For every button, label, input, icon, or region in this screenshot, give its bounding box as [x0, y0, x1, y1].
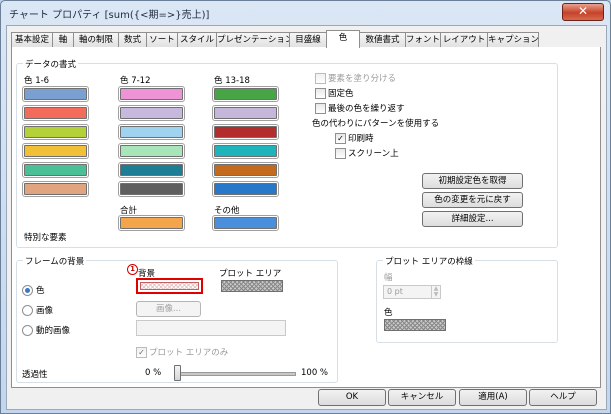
plot-area-color-swatch[interactable] — [221, 280, 283, 292]
radio-image-label: 画像 — [36, 306, 54, 316]
tab-expressions[interactable]: 数式 — [118, 32, 147, 47]
tab-layout[interactable]: レイアウト — [440, 32, 488, 47]
tab-caption[interactable]: キャプション — [487, 32, 539, 47]
plot-area-only-checkbox[interactable]: ✓ — [136, 347, 147, 358]
width-spinner[interactable]: ▲ ▼ — [431, 286, 440, 298]
transparency-label: 透過性 — [22, 370, 48, 380]
color-swatch-col1-6[interactable] — [22, 181, 89, 197]
total-label: 合計 — [120, 206, 138, 216]
colors-1-6-label: 色 1-6 — [24, 76, 50, 86]
print-pattern-label: 印刷時 — [348, 134, 374, 144]
background-color-swatch[interactable] — [140, 282, 199, 290]
tab-gridlines[interactable]: 目盛線 — [289, 32, 327, 47]
dialog-client: 基本設定 軸 軸の制限 数式 ソート スタイル プレゼンテーション 目盛線 色 … — [6, 25, 607, 410]
annotation-marker: 1 — [127, 264, 138, 275]
radio-dynamic-image[interactable] — [22, 325, 33, 336]
radio-image[interactable] — [22, 305, 33, 316]
radio-dynamic-image-label: 動的画像 — [36, 326, 71, 336]
get-default-colors-button[interactable]: 初期設定色を取得 — [422, 173, 523, 189]
color-swatch-col3-5[interactable] — [212, 162, 279, 178]
transparency-min-label: 0 % — [145, 368, 162, 378]
tab-dimension-limits[interactable]: 軸の制限 — [73, 32, 119, 47]
radio-color-label: 色 — [36, 286, 45, 296]
border-color-swatch[interactable] — [384, 319, 446, 331]
colors-7-12-label: 色 7-12 — [120, 76, 151, 86]
color-swatch-col3-4[interactable] — [212, 143, 279, 159]
total-color-swatch[interactable] — [118, 215, 185, 231]
frame-background-title: フレームの背景 — [23, 255, 87, 267]
other-color-swatch[interactable] — [212, 215, 279, 231]
restore-colors-button[interactable]: 色の変更を元に戻す — [422, 192, 523, 208]
frame-background-group: フレームの背景 色 画像 動的画像 1 背景 プロット エリア 画像... ✓ … — [16, 255, 338, 383]
color-swatch-col1-4[interactable] — [22, 143, 89, 159]
fill-elements-label: 要素を塗り分ける — [328, 74, 397, 84]
width-value: 0 pt — [387, 287, 403, 296]
background-color-highlight — [136, 278, 203, 294]
help-button[interactable]: ヘルプ — [529, 389, 597, 406]
repeat-last-color-checkbox[interactable] — [315, 103, 326, 114]
data-format-title: データの書式 — [23, 58, 79, 70]
color-swatch-col3-2[interactable] — [212, 105, 279, 121]
repeat-last-color-label: 最後の色を繰り返す — [328, 104, 405, 114]
window-title: チャート プロパティ [sum({<期=>}売上)] — [9, 10, 210, 21]
color-swatch-col2-6[interactable] — [118, 181, 185, 197]
use-pattern-label: 色の代わりにパターンを使用する — [312, 119, 440, 129]
color-swatch-col1-3[interactable] — [22, 124, 89, 140]
tab-number[interactable]: 数値書式 — [359, 32, 406, 47]
advanced-settings-button[interactable]: 詳細設定... — [422, 211, 523, 227]
color-swatch-col2-4[interactable] — [118, 143, 185, 159]
tab-dimension[interactable]: 軸 — [52, 32, 74, 47]
image-button[interactable]: 画像... — [136, 301, 201, 317]
transparency-slider-track[interactable] — [174, 372, 296, 376]
plot-area-border-group: プロット エリアの枠線 幅 0 pt ▲ ▼ 色 — [376, 255, 558, 343]
plot-area-border-title: プロット エリアの枠線 — [383, 255, 475, 267]
tab-sort[interactable]: ソート — [146, 32, 178, 47]
color-swatch-col3-3[interactable] — [212, 124, 279, 140]
dynamic-image-input[interactable] — [136, 320, 286, 336]
apply-button[interactable]: 適用(A) — [459, 389, 527, 406]
ok-button[interactable]: OK — [318, 389, 386, 406]
color-swatch-col1-2[interactable] — [22, 105, 89, 121]
title-bar: チャート プロパティ [sum({<期=>}売上)] ✕ — [1, 1, 610, 23]
other-label: その他 — [214, 206, 240, 216]
screen-pattern-label: スクリーン上 — [348, 149, 399, 159]
transparency-max-label: 100 % — [301, 368, 329, 378]
plot-area-label: プロット エリア — [219, 269, 282, 279]
special-elements-label: 特別な要素 — [24, 233, 67, 243]
color-swatch-col1-1[interactable] — [22, 86, 89, 102]
fixed-color-checkbox[interactable] — [315, 88, 326, 99]
color-swatch-col2-2[interactable] — [118, 105, 185, 121]
plot-area-only-label: プロット エリアのみ — [149, 348, 229, 358]
cancel-button[interactable]: キャンセル — [388, 389, 456, 406]
transparency-slider-thumb[interactable] — [174, 365, 181, 381]
color-swatch-col1-5[interactable] — [22, 162, 89, 178]
tab-font[interactable]: フォント — [405, 32, 441, 47]
radio-color[interactable] — [22, 285, 33, 296]
dialog-window: チャート プロパティ [sum({<期=>}売上)] ✕ 基本設定 軸 軸の制限… — [0, 0, 611, 414]
colors-panel: データの書式 色 1-6 色 7-12 色 13-18 合計 その他 特別な要素… — [11, 47, 601, 388]
width-input[interactable]: 0 pt ▲ ▼ — [383, 285, 441, 299]
color-swatch-col3-6[interactable] — [212, 181, 279, 197]
border-color-label: 色 — [384, 308, 393, 318]
colors-13-18-label: 色 13-18 — [214, 76, 250, 86]
screen-pattern-checkbox[interactable] — [335, 148, 346, 159]
tab-basic[interactable]: 基本設定 — [11, 32, 53, 47]
color-swatch-col2-5[interactable] — [118, 162, 185, 178]
color-swatch-col2-3[interactable] — [118, 124, 185, 140]
width-label: 幅 — [384, 273, 393, 283]
tab-style[interactable]: スタイル — [177, 32, 217, 47]
color-swatch-col2-1[interactable] — [118, 86, 185, 102]
data-format-group: データの書式 色 1-6 色 7-12 色 13-18 合計 その他 特別な要素… — [16, 58, 558, 248]
tab-presentation[interactable]: プレゼンテーション — [216, 32, 290, 47]
close-button[interactable]: ✕ — [562, 3, 604, 21]
fixed-color-label: 固定色 — [328, 89, 354, 99]
print-pattern-checkbox[interactable]: ✓ — [335, 133, 346, 144]
color-swatch-col3-1[interactable] — [212, 86, 279, 102]
tab-colors[interactable]: 色 — [326, 30, 360, 48]
fill-elements-checkbox[interactable] — [315, 73, 326, 84]
